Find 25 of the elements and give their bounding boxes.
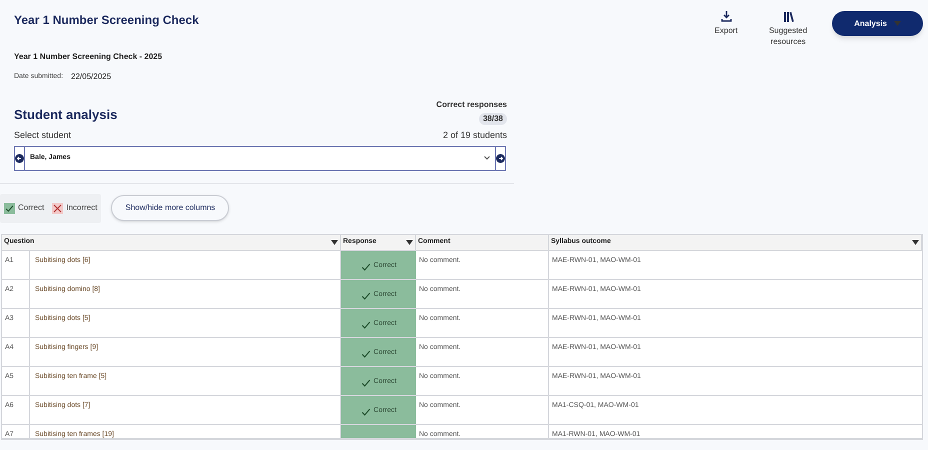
download-icon <box>720 11 732 22</box>
score-badge: 38/38 <box>478 113 507 125</box>
assessment-name: Year 1 Number Screening Check - 2025 <box>14 51 164 63</box>
check-icon <box>360 348 371 358</box>
page-title: Year 1 Number Screening Check <box>14 12 199 29</box>
analysis-button[interactable]: Analysis <box>832 11 923 36</box>
caret-icon[interactable] <box>331 240 338 244</box>
legend-label: Incorrect <box>66 202 98 214</box>
check-icon <box>360 262 371 272</box>
export-button[interactable]: Export <box>702 11 750 36</box>
correct-responses-label: Correct responses <box>436 99 507 111</box>
check-icon <box>360 406 371 416</box>
caret-icon[interactable] <box>406 240 413 244</box>
legend-label: Correct <box>18 202 44 214</box>
caret-icon[interactable] <box>912 240 919 244</box>
resources-button[interactable]: Suggested resources <box>764 11 812 47</box>
check-icon <box>360 320 371 330</box>
section-title: Student analysis <box>14 106 118 124</box>
check-icon <box>360 378 371 388</box>
show-hide-columns-button[interactable]: Show/hide more columns <box>111 195 230 221</box>
date-value: 22/05/2025 <box>71 71 112 83</box>
check-icon <box>360 290 371 300</box>
student-position: 2 of 19 students <box>442 129 507 142</box>
books-icon <box>782 11 794 22</box>
select-student-label: Select student <box>14 129 72 142</box>
